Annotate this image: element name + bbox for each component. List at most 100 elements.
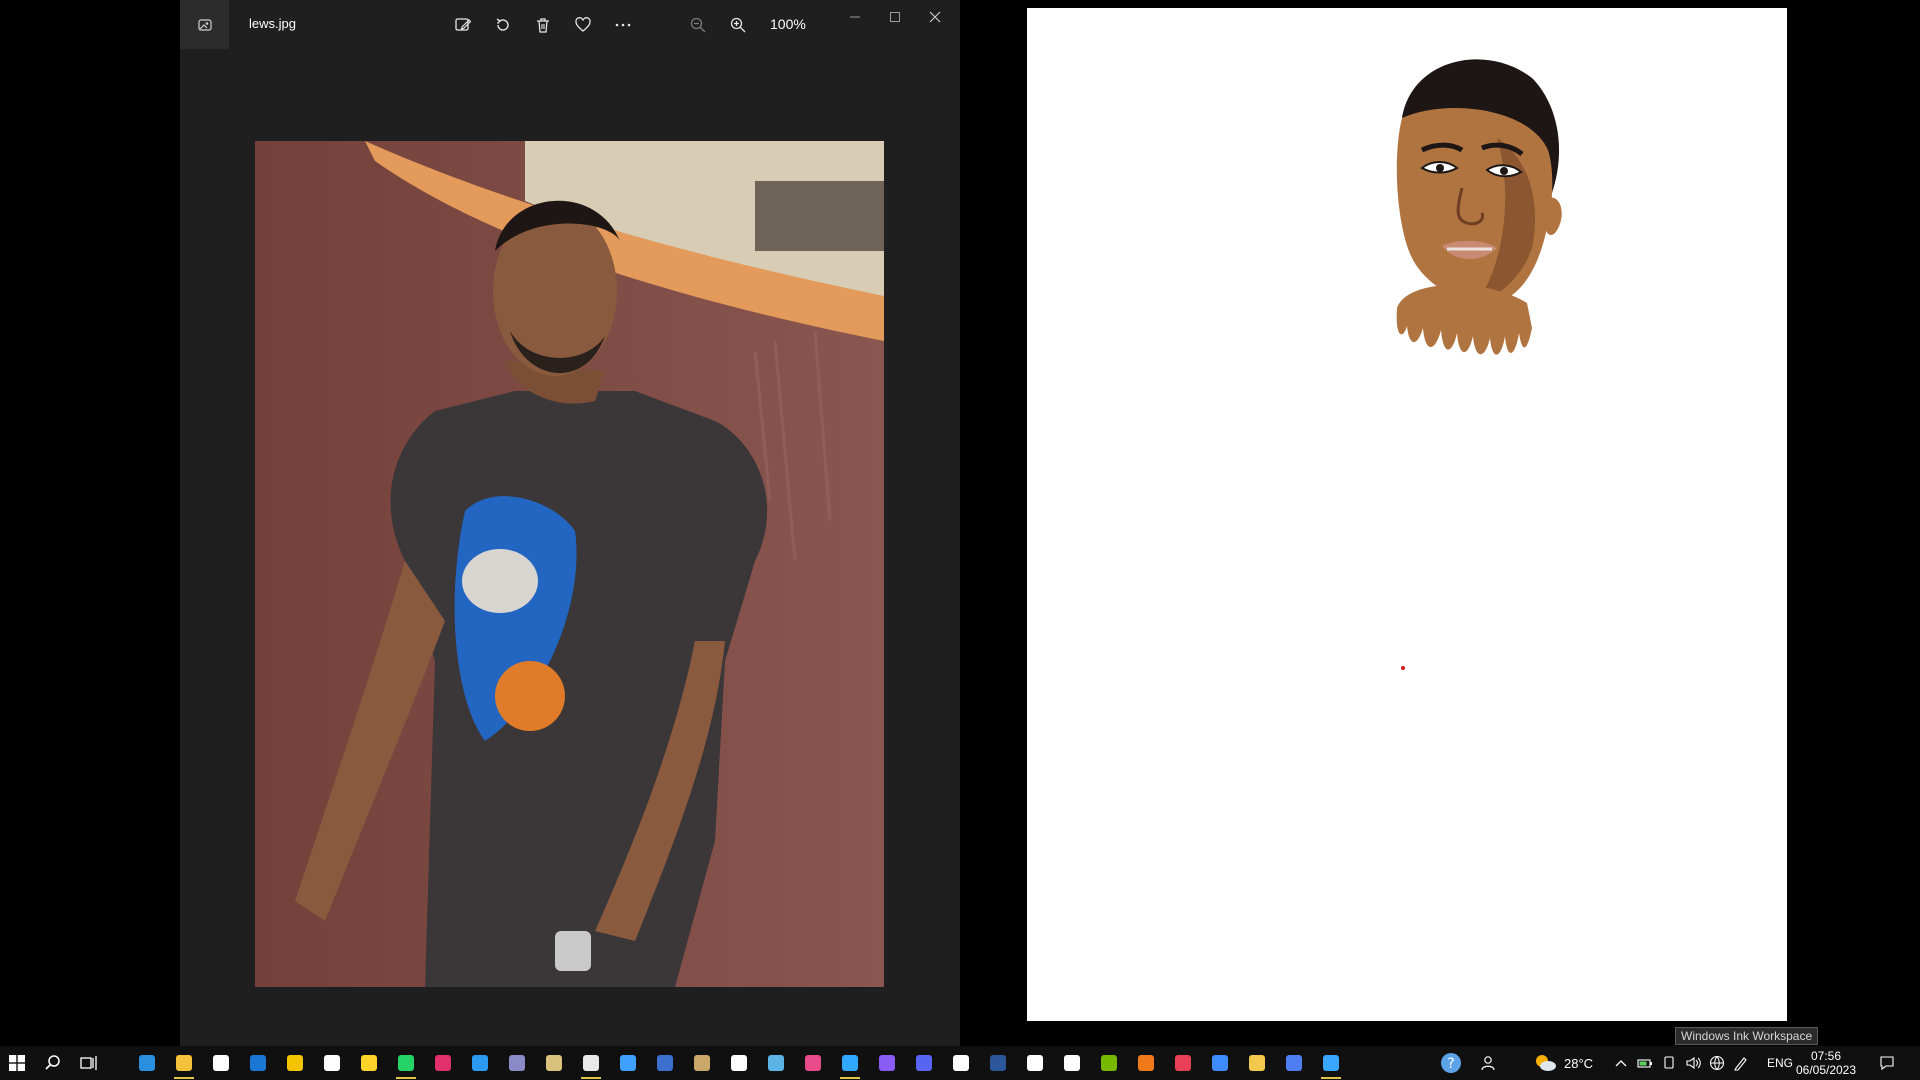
taskbar-app-app-b[interactable] <box>722 1046 756 1080</box>
action-center-button[interactable] <box>1870 1046 1904 1080</box>
taskbar-app-vscode[interactable] <box>463 1046 497 1080</box>
zoom-in-button[interactable] <box>725 12 751 38</box>
taskbar-app-app-blue-circle[interactable] <box>611 1046 645 1080</box>
edit-image-icon <box>455 18 472 31</box>
taskbar-app-app-blue-minus[interactable] <box>1203 1046 1237 1080</box>
task-view-button[interactable] <box>72 1046 106 1080</box>
maximize-icon <box>890 12 900 22</box>
taskbar-app-app-image[interactable] <box>685 1046 719 1080</box>
close-icon <box>929 11 941 23</box>
app-yellow-2-icon <box>361 1055 377 1071</box>
device-icon <box>1664 1056 1674 1069</box>
instagram-icon <box>435 1055 451 1071</box>
weather-widget[interactable] <box>1528 1046 1562 1080</box>
taskbar-app-app-gem[interactable] <box>1240 1046 1274 1080</box>
viewer-titlebar: lews.jpg 100% <box>180 0 960 50</box>
file-explorer-icon <box>176 1055 192 1071</box>
app-orange-icon <box>1138 1055 1154 1071</box>
edge-icon <box>139 1055 155 1071</box>
taskbar-app-app-yellow[interactable] <box>278 1046 312 1080</box>
more-options-button[interactable] <box>610 12 636 38</box>
taskbar-app-edge[interactable] <box>130 1046 164 1080</box>
app-blue-circle-icon <box>620 1055 636 1071</box>
zoom-in-icon <box>730 17 746 33</box>
svg-text:?: ? <box>1447 1056 1454 1072</box>
taskbar-app-tiktok[interactable] <box>315 1046 349 1080</box>
minimize-button[interactable] <box>840 4 870 30</box>
app-swirl-icon <box>1286 1055 1302 1071</box>
temperature[interactable]: 28°C <box>1564 1056 1593 1071</box>
close-button[interactable] <box>920 4 950 30</box>
app-tools-icon <box>546 1055 562 1071</box>
taskbar-app-app-tools[interactable] <box>537 1046 571 1080</box>
see-all-photos-button[interactable] <box>180 0 229 49</box>
more-icon <box>615 23 631 27</box>
app-blue-square-icon <box>657 1055 673 1071</box>
taskbar-app-app-swirl[interactable] <box>1277 1046 1311 1080</box>
taskbar-app-app-blue-square[interactable] <box>648 1046 682 1080</box>
tiktok-icon <box>324 1055 340 1071</box>
clock-date: 06/05/2023 <box>1795 1063 1857 1077</box>
drawing-canvas[interactable] <box>1027 8 1787 1021</box>
taskbar-app-app-purple[interactable] <box>870 1046 904 1080</box>
taskbar-app-file-explorer[interactable] <box>167 1046 201 1080</box>
windows-ink-button[interactable] <box>1724 1046 1758 1080</box>
clock[interactable]: 07:56 06/05/2023 <box>1790 1049 1862 1077</box>
start-button[interactable] <box>0 1046 34 1080</box>
chevron-up-icon <box>1615 1060 1627 1067</box>
taskbar-app-app-pink[interactable] <box>796 1046 830 1080</box>
app-gem-icon <box>1249 1055 1265 1071</box>
app-arrow-icon <box>1064 1055 1080 1071</box>
edit-image-button[interactable] <box>450 12 476 38</box>
taskbar-app-discord[interactable] <box>907 1046 941 1080</box>
people-icon <box>1481 1056 1495 1071</box>
photo-image <box>255 141 884 987</box>
nvidia-icon <box>1101 1055 1117 1071</box>
clock-time: 07:56 <box>1810 1049 1842 1063</box>
file-name: lews.jpg <box>249 16 296 31</box>
taskbar-app-word[interactable] <box>981 1046 1015 1080</box>
zoom-out-icon <box>690 17 706 33</box>
rotate-button[interactable] <box>490 12 516 38</box>
taskbar-app-app-window[interactable] <box>1314 1046 1348 1080</box>
taskbar-app-store[interactable] <box>204 1046 238 1080</box>
app-gray-icon <box>509 1055 525 1071</box>
word-icon <box>990 1055 1006 1071</box>
photos-app-icon <box>197 18 212 31</box>
app-image-icon <box>694 1055 710 1071</box>
search-button[interactable] <box>36 1046 70 1080</box>
taskbar-app-chrome[interactable] <box>574 1046 608 1080</box>
whatsapp-icon <box>398 1055 414 1071</box>
taskbar-app-whatsapp[interactable] <box>389 1046 423 1080</box>
taskbar-app-app-globe[interactable] <box>759 1046 793 1080</box>
app-blue-minus-icon <box>1212 1055 1228 1071</box>
taskbar-app-instagram[interactable] <box>426 1046 460 1080</box>
taskbar-app-app-s[interactable] <box>944 1046 978 1080</box>
zoom-out-button[interactable] <box>685 12 711 38</box>
app-purple-icon <box>879 1055 895 1071</box>
heart-icon <box>575 17 591 32</box>
help-icon: ? <box>1441 1053 1461 1073</box>
rotate-icon <box>496 18 509 31</box>
help-app[interactable]: ? <box>1434 1046 1468 1080</box>
taskbar-app-app-drop[interactable] <box>1166 1046 1200 1080</box>
taskbar-app-mail[interactable] <box>241 1046 275 1080</box>
taskbar-app-app-orange[interactable] <box>1129 1046 1163 1080</box>
favorite-button[interactable] <box>570 12 596 38</box>
app-x-icon <box>1027 1055 1043 1071</box>
minimize-icon <box>850 16 860 18</box>
app-window-icon <box>1323 1055 1339 1071</box>
delete-button[interactable] <box>530 12 556 38</box>
volume-icon <box>1686 1056 1701 1070</box>
delete-icon <box>537 18 549 33</box>
maximize-button[interactable] <box>880 4 910 30</box>
battery-icon <box>1637 1059 1652 1068</box>
people-button[interactable] <box>1471 1046 1505 1080</box>
app-pink-icon <box>805 1055 821 1071</box>
taskbar-app-app-yellow-2[interactable] <box>352 1046 386 1080</box>
taskbar-app-photoshop[interactable] <box>833 1046 867 1080</box>
taskbar-app-app-gray[interactable] <box>500 1046 534 1080</box>
taskbar-app-app-arrow[interactable] <box>1055 1046 1089 1080</box>
taskbar-app-nvidia[interactable] <box>1092 1046 1126 1080</box>
taskbar-app-app-x[interactable] <box>1018 1046 1052 1080</box>
